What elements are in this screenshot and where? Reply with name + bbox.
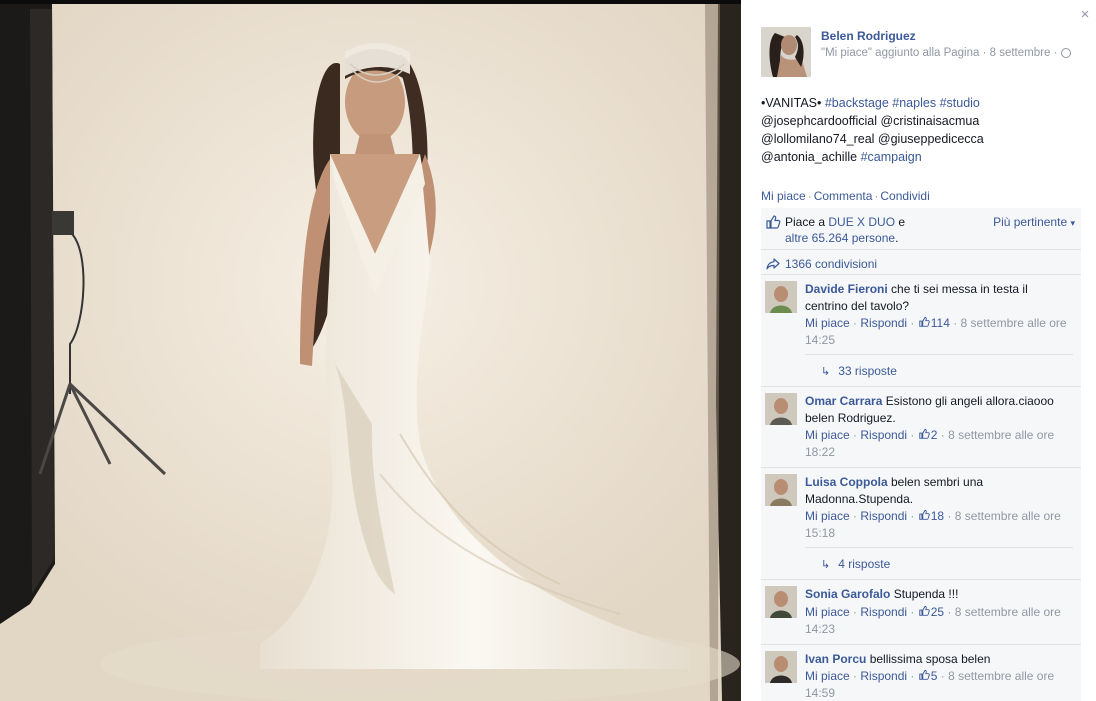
sort-label: Più pertinente: [993, 215, 1068, 229]
comment-item: Sonia Garofalo Stupenda !!! Mi piace · Ri…: [761, 580, 1081, 645]
comment-like-link[interactable]: Mi piace: [805, 509, 850, 523]
comment-body: Omar Carrara Esistono gli angeli allora.…: [805, 393, 1073, 426]
avatar[interactable]: [761, 27, 811, 77]
like-link[interactable]: Mi piace: [761, 189, 806, 203]
post-meta-text: "Mi piace" aggiunto alla Pagina · 8 sett…: [821, 47, 1058, 59]
comment-reply-link[interactable]: Rispondi: [860, 509, 907, 523]
comment-like-count[interactable]: 5: [931, 669, 938, 683]
share-link[interactable]: Condividi: [880, 189, 929, 203]
comment-body: Sonia Garofalo Stupenda !!!: [805, 586, 1073, 603]
thumbs-up-icon: [919, 605, 930, 616]
comment-item: Luisa Coppola belen sembri una Madonna.S…: [761, 468, 1081, 580]
commenter-avatar[interactable]: [765, 393, 797, 425]
feedback-panel: Piace a DUE X DUO e altre 65.264 persone…: [761, 208, 1081, 701]
commenter-avatar[interactable]: [765, 586, 797, 618]
comment-item: Davide Fieroni che ti sei messa in testa…: [761, 275, 1081, 387]
replies-count: 33 risposte: [838, 364, 897, 378]
thumbs-up-icon: [919, 316, 930, 327]
chevron-down-icon: ▾: [1070, 218, 1075, 228]
shares-summary[interactable]: 1366 condivisioni: [761, 250, 1081, 275]
comment-reply-link[interactable]: Rispondi: [860, 669, 907, 683]
thumbs-up-icon: [919, 428, 930, 439]
comment-text: Stupenda !!!: [890, 587, 959, 601]
commenter-avatar[interactable]: [765, 474, 797, 506]
comment-like-link[interactable]: Mi piace: [805, 428, 850, 442]
comment-like-link[interactable]: Mi piace: [805, 669, 850, 683]
commenter-avatar[interactable]: [765, 650, 797, 683]
likes-prefix: Piace a: [785, 215, 829, 229]
author-name[interactable]: Belen Rodriguez: [821, 29, 916, 43]
comment-meta: Mi piace · Rispondi · 2 · 8 settembre al…: [805, 428, 1055, 459]
separator: ·: [807, 189, 812, 203]
comment-meta: Mi piace · Rispondi · 5 · 8 settembre al…: [805, 669, 1055, 700]
comment-reply-link[interactable]: Rispondi: [860, 316, 907, 330]
likes-mid: e: [895, 215, 906, 229]
comment-like-link[interactable]: Mi piace: [805, 605, 850, 619]
comment-author[interactable]: Luisa Coppola: [805, 475, 888, 489]
comment-meta: Mi piace · Rispondi · 114 · 8 settembre …: [805, 316, 1067, 347]
comment-author[interactable]: Omar Carrara: [805, 394, 882, 408]
hashtag-link[interactable]: #backstage: [825, 96, 889, 110]
reply-arrow-icon: ↳: [821, 559, 831, 571]
close-icon[interactable]: ×: [1078, 7, 1092, 22]
likes-suffix: .: [895, 231, 899, 245]
shares-label: 1366 condivisioni: [785, 257, 878, 271]
comment-like-link[interactable]: Mi piace: [805, 316, 850, 330]
photo-viewer: [0, 0, 741, 701]
comment-meta: Mi piace · Rispondi · 18 · 8 settembre a…: [805, 509, 1061, 540]
post-photo[interactable]: [0, 4, 741, 701]
comment-like-count[interactable]: 2: [931, 428, 938, 442]
comment-text: bellissima sposa belen: [866, 651, 991, 666]
comment-list: Davide Fieroni che ti sei messa in testa…: [761, 275, 1081, 701]
post-actions: Mi piace · Commenta · Condividi: [761, 189, 930, 203]
comment-meta: Mi piace · Rispondi · 25 · 8 settembre a…: [805, 604, 1061, 636]
comment-author[interactable]: Ivan Porcu: [805, 652, 866, 666]
globe-icon[interactable]: [1060, 47, 1071, 58]
comment-reply-link[interactable]: Rispondi: [860, 605, 907, 619]
hashtag-link[interactable]: #studio: [940, 96, 980, 110]
comment-body: Luisa Coppola belen sembri una Madonna.S…: [805, 474, 1073, 507]
comment-link[interactable]: Commenta: [814, 189, 873, 203]
comment-like-count[interactable]: 25: [931, 605, 944, 619]
sort-dropdown[interactable]: Più pertinente ▾: [993, 214, 1075, 231]
comment-author[interactable]: Sonia Garofalo: [805, 587, 890, 601]
reply-arrow-icon: ↳: [821, 366, 831, 378]
comment-like-count[interactable]: 114: [931, 316, 950, 330]
post-meta: "Mi piace" aggiunto alla Pagina · 8 sett…: [821, 45, 1081, 62]
view-replies-link[interactable]: ↳ 4 risposte: [805, 547, 1073, 573]
comment-body: Davide Fieroni che ti sei messa in testa…: [805, 281, 1073, 314]
comment-item: Ivan Porcu bellissima sposa belen Mi piac…: [761, 645, 1081, 701]
page-link[interactable]: DUE X DUO: [828, 215, 895, 229]
likes-summary: Piace a DUE X DUO e altre 65.264 persone…: [761, 208, 1081, 250]
thumbs-up-icon: [919, 669, 930, 680]
post-caption: •VANITAS• #backstage #naples #studio @jo…: [761, 94, 1081, 166]
post-sidebar: × Belen Rodriguez "Mi piace" aggiunto al…: [741, 0, 1096, 701]
comment-item: Omar Carrara Esistono gli angeli allora.…: [761, 387, 1081, 468]
hashtag-link[interactable]: #naples: [892, 96, 936, 110]
thumbs-up-icon: [766, 215, 781, 229]
view-replies-link[interactable]: ↳ 33 risposte: [805, 354, 1073, 380]
thumbs-up-icon: [919, 509, 930, 520]
comment-author[interactable]: Davide Fieroni: [805, 282, 888, 296]
commenter-avatar[interactable]: [765, 281, 797, 313]
share-arrow-icon: [766, 258, 780, 270]
comment-body: Ivan Porcu bellissima sposa belen: [805, 651, 1073, 668]
caption-text: •VANITAS•: [761, 96, 825, 110]
comment-reply-link[interactable]: Rispondi: [860, 428, 907, 442]
others-likes-link[interactable]: altre 65.264 persone: [785, 231, 895, 245]
comment-like-count[interactable]: 18: [931, 509, 944, 523]
replies-count: 4 risposte: [838, 557, 891, 571]
hashtag-link[interactable]: #campaign: [861, 150, 922, 164]
